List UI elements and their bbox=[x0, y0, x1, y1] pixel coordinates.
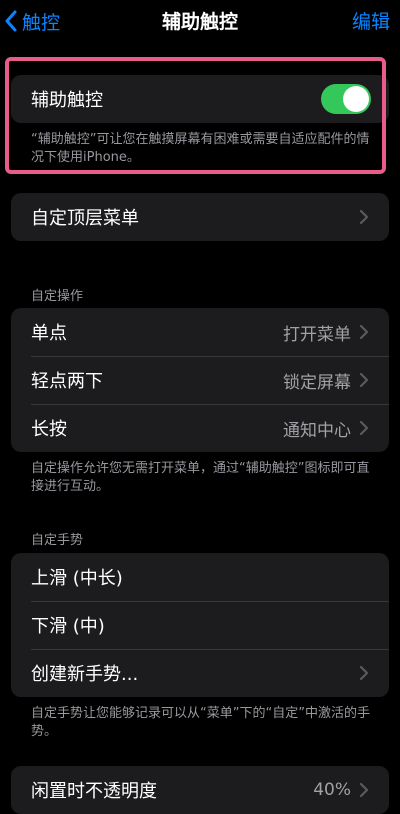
idle-opacity-value: 40% bbox=[313, 780, 351, 800]
gesture-label: 下滑 (中) bbox=[31, 616, 105, 637]
custom-gestures-footer: 自定手势让您能够记录可以从“菜单”下的“自定”中激活的手势。 bbox=[31, 706, 370, 739]
gesture-row[interactable]: 下滑 (中) bbox=[11, 601, 389, 649]
long-press-value: 通知中心 bbox=[283, 420, 351, 441]
edit-button[interactable]: 编辑 bbox=[352, 7, 390, 34]
navigation-bar: 触控 辅助触控 编辑 bbox=[0, 0, 400, 44]
idle-opacity-row[interactable]: 闲置时不透明度 40% bbox=[11, 766, 389, 814]
double-tap-label: 轻点两下 bbox=[31, 371, 103, 392]
idle-opacity-label: 闲置时不透明度 bbox=[31, 781, 157, 802]
chevron-right-icon bbox=[359, 325, 369, 339]
page-title: 辅助触控 bbox=[161, 11, 238, 33]
single-tap-label: 单点 bbox=[31, 323, 67, 344]
long-press-row[interactable]: 长按 通知中心 bbox=[11, 404, 389, 452]
chevron-right-icon bbox=[359, 783, 369, 797]
custom-gestures-group: 上滑 (中长) 下滑 (中) 创建新手势... bbox=[11, 553, 389, 697]
double-tap-value: 锁定屏幕 bbox=[283, 372, 351, 393]
chevron-right-icon bbox=[359, 210, 369, 224]
chevron-right-icon bbox=[359, 373, 369, 387]
create-new-gesture-label: 创建新手势... bbox=[31, 664, 139, 685]
custom-gestures-header: 自定手势 bbox=[31, 533, 84, 548]
gesture-row[interactable]: 上滑 (中长) bbox=[11, 553, 389, 601]
single-tap-value: 打开菜单 bbox=[283, 324, 351, 345]
custom-actions-footer: 自定操作允许您无需打开菜单，通过“辅助触控”图标即可直接进行互动。 bbox=[31, 461, 370, 494]
double-tap-row[interactable]: 轻点两下 锁定屏幕 bbox=[11, 356, 389, 404]
top-menu-group: 自定顶层菜单 bbox=[11, 193, 389, 241]
highlight-frame bbox=[5, 57, 386, 174]
customize-top-menu-label: 自定顶层菜单 bbox=[31, 208, 139, 229]
chevron-right-icon bbox=[359, 666, 369, 680]
chevron-right-icon bbox=[359, 421, 369, 435]
custom-actions-group: 单点 打开菜单 轻点两下 锁定屏幕 长按 通知中心 bbox=[11, 308, 389, 452]
single-tap-row[interactable]: 单点 打开菜单 bbox=[11, 308, 389, 356]
gesture-label: 上滑 (中长) bbox=[31, 568, 123, 589]
idle-opacity-group: 闲置时不透明度 40% bbox=[11, 766, 389, 814]
create-new-gesture-row[interactable]: 创建新手势... bbox=[11, 649, 389, 697]
customize-top-menu-row[interactable]: 自定顶层菜单 bbox=[11, 193, 389, 241]
long-press-label: 长按 bbox=[31, 419, 67, 440]
custom-actions-header: 自定操作 bbox=[31, 289, 84, 304]
